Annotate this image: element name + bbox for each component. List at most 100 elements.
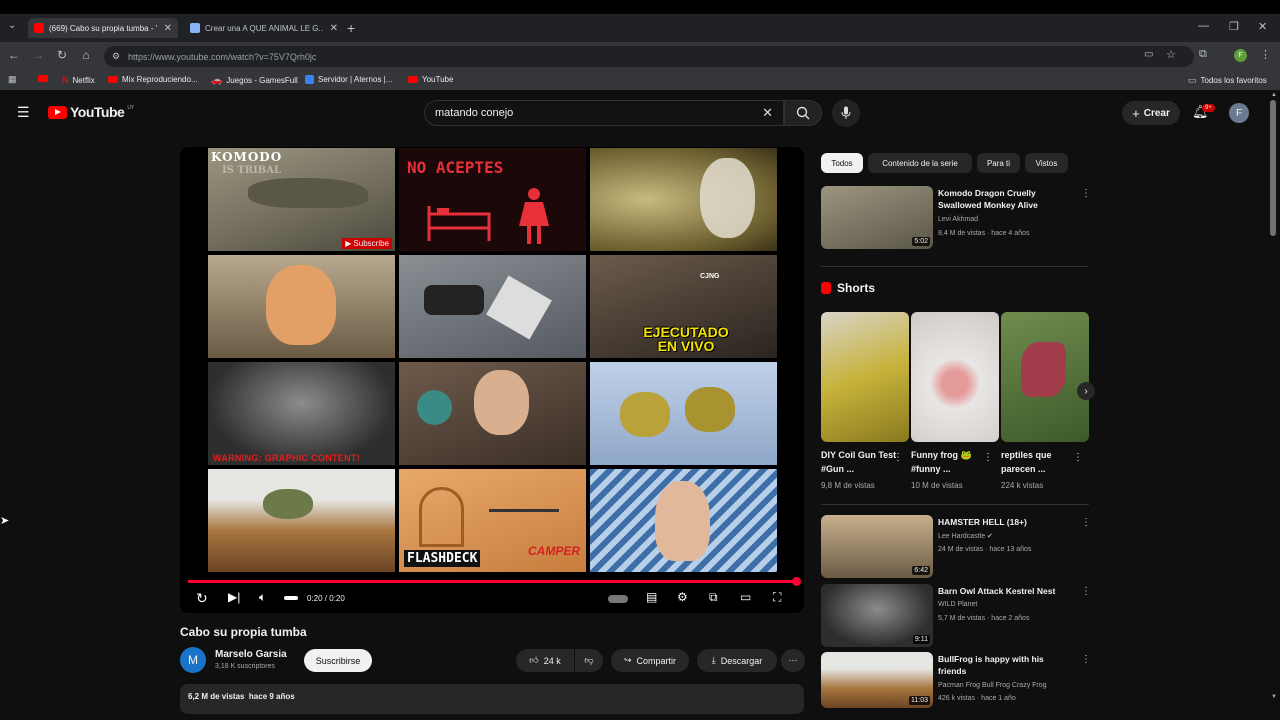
close-icon[interactable]: ✕: [164, 23, 172, 34]
short-thumbnail[interactable]: [1001, 312, 1089, 442]
browser-menu-icon[interactable]: ⋮: [1260, 48, 1271, 61]
voice-search-button[interactable]: [832, 99, 860, 127]
thumbs-down-icon: 👎︎: [584, 655, 594, 665]
like-button[interactable]: 👍︎ 24 k: [516, 649, 574, 672]
channel-name[interactable]: Marselo Garsia: [215, 649, 287, 660]
clear-search-icon[interactable]: ✕: [762, 105, 773, 121]
rec-channel[interactable]: WILD Planet: [938, 601, 977, 608]
new-tab-icon[interactable]: +: [347, 20, 355, 36]
search-input[interactable]: matando conejo ✕: [424, 100, 784, 126]
shorts-next-chevron-icon[interactable]: ›: [1077, 382, 1095, 400]
rec-title[interactable]: Komodo Dragon Cruelly Swallowed Monkey A…: [938, 187, 1073, 211]
chip-contenido-serie[interactable]: Contenido de la serie: [868, 153, 972, 173]
rec-channel[interactable]: Lee Hardcastle ✔: [938, 532, 993, 540]
more-vertical-icon[interactable]: ⋮: [1081, 517, 1091, 528]
car-shape: [424, 285, 484, 315]
all-bookmarks[interactable]: ▭ Todos los favoritos: [1188, 75, 1267, 86]
more-vertical-icon[interactable]: ⋮: [1081, 188, 1091, 199]
list-item[interactable]: 9:11 Barn Owl Attack Kestrel Nest WILD P…: [821, 584, 1091, 649]
channel-avatar[interactable]: M: [180, 647, 206, 673]
rec-title[interactable]: HAMSTER HELL (18+): [938, 516, 1073, 528]
chip-vistos[interactable]: Vistos: [1025, 153, 1068, 173]
rec-thumbnail[interactable]: 6:42: [821, 515, 933, 578]
tab-search-icon[interactable]: ⌄: [8, 20, 16, 31]
short-thumbnail[interactable]: [911, 312, 999, 442]
chip-para-ti[interactable]: Para ti: [977, 153, 1020, 173]
settings-gear-icon[interactable]: ⚙: [677, 590, 688, 604]
rec-title[interactable]: BullFrog is happy with his friends: [938, 653, 1073, 677]
more-vertical-icon[interactable]: ⋮: [893, 452, 903, 463]
more-vertical-icon[interactable]: ⋮: [983, 452, 993, 463]
bookmark-label: Servidor | Aternos |...: [318, 75, 393, 84]
subtitles-icon[interactable]: ▤: [646, 590, 657, 604]
autoplay-toggle[interactable]: [608, 595, 628, 603]
create-button[interactable]: + Crear: [1122, 101, 1180, 125]
progress-scrubber[interactable]: [792, 577, 801, 586]
rec-thumbnail[interactable]: 11:03: [821, 652, 933, 708]
progress-bar[interactable]: [188, 580, 798, 583]
close-icon[interactable]: ✕: [330, 23, 338, 34]
forward-icon[interactable]: →: [30, 48, 46, 62]
short-thumbnail[interactable]: [821, 312, 909, 442]
more-actions-button[interactable]: ⋯: [781, 649, 805, 672]
subscribe-button[interactable]: Suscribirse: [304, 649, 372, 672]
volume-icon[interactable]: 🔈︎: [259, 590, 266, 605]
more-vertical-icon[interactable]: ⋮: [1081, 586, 1091, 597]
bookmark-juegos[interactable]: 🚗 Juegos - GamesFull: [211, 75, 298, 86]
bookmark-aternos[interactable]: Servidor | Aternos |...: [305, 75, 392, 84]
tab-create[interactable]: Crear una A QUE ANIMAL LE G... ✕: [184, 18, 344, 38]
dislike-button[interactable]: 👎︎: [575, 649, 603, 672]
home-icon[interactable]: ⌂: [78, 48, 94, 62]
bookmark-youtube[interactable]: YouTube: [408, 75, 453, 84]
list-item[interactable]: 11:03 BullFrog is happy with his friends…: [821, 652, 1091, 712]
more-vertical-icon[interactable]: ⋮: [1073, 452, 1083, 463]
browser-profile-avatar[interactable]: F: [1234, 49, 1247, 62]
description-box[interactable]: 6,2 M de vistas hace 9 años: [180, 684, 804, 714]
tab-youtube[interactable]: (669) Cabo su propia tumba - YouTube ✕: [28, 18, 178, 38]
video-player[interactable]: KOMODO IS TRIBAL ▶ Subscribe NO ACEPTES C…: [180, 147, 804, 613]
account-avatar[interactable]: F: [1229, 103, 1249, 123]
short-title[interactable]: DIY Coil Gun Test #Gun ...: [821, 448, 897, 476]
restore-icon[interactable]: ❐: [1229, 20, 1239, 33]
chip-todos[interactable]: Todos: [821, 153, 863, 173]
volume-slider[interactable]: [284, 596, 298, 600]
rec-title[interactable]: Barn Owl Attack Kestrel Nest: [938, 585, 1073, 597]
share-button[interactable]: ↪ Compartir: [611, 649, 689, 672]
extensions-icon[interactable]: ⧉: [1199, 48, 1207, 61]
window-close-icon[interactable]: ✕: [1258, 20, 1267, 33]
bookmark-mix[interactable]: Mix Reproduciendo...: [108, 75, 198, 84]
more-vertical-icon[interactable]: ⋮: [1081, 654, 1091, 665]
rec-thumbnail[interactable]: 9:11: [821, 584, 933, 647]
list-item[interactable]: 6:42 HAMSTER HELL (18+) Lee Hardcastle ✔…: [821, 515, 1091, 580]
minimize-icon[interactable]: —: [1198, 20, 1209, 32]
site-info-icon[interactable]: ⚙: [112, 51, 120, 62]
rec-channel[interactable]: Pacman Frog Bull Frog Crazy Frog: [938, 682, 1047, 689]
bookmark-star-icon[interactable]: ☆: [1166, 48, 1176, 61]
rec-thumbnail[interactable]: 5:02: [821, 186, 933, 249]
bookmark-netflix[interactable]: N Netflix: [62, 75, 95, 85]
short-title[interactable]: reptiles que parecen ...: [1001, 448, 1077, 476]
reload-icon[interactable]: ↻: [54, 48, 70, 62]
bookmark-youtube-icon-only[interactable]: [38, 75, 48, 82]
fullscreen-icon[interactable]: ⛶: [773, 590, 781, 605]
scroll-down-icon[interactable]: ▼: [1271, 694, 1277, 700]
apps-grid-icon[interactable]: ▦: [8, 74, 17, 85]
search-button[interactable]: [784, 100, 822, 126]
rec-channel[interactable]: Levi Akhmad: [938, 216, 978, 223]
replay-icon[interactable]: ↻: [196, 590, 208, 607]
miniplayer-icon[interactable]: ⧉: [709, 590, 718, 605]
next-icon[interactable]: ▶|: [228, 590, 240, 604]
short-title[interactable]: Funny frog 🐸 #funny ...: [911, 448, 987, 476]
scroll-up-icon[interactable]: ▲: [1271, 92, 1277, 98]
youtube-logo[interactable]: YouTube UY: [48, 104, 134, 120]
thumb-text: Subscribe: [353, 239, 389, 248]
address-bar[interactable]: ⚙ https://www.youtube.com/watch?v=75V7Qr…: [104, 46, 1194, 67]
list-item[interactable]: 5:02 Komodo Dragon Cruelly Swallowed Mon…: [821, 186, 1091, 256]
page-scrollbar[interactable]: [1270, 100, 1276, 236]
back-icon[interactable]: ←: [6, 48, 22, 62]
theater-mode-icon[interactable]: ▭: [740, 590, 751, 604]
cast-icon[interactable]: ▭: [1144, 49, 1153, 60]
hamburger-menu-icon[interactable]: ☰: [17, 104, 30, 121]
time-display: 0:20 / 0:20: [307, 594, 345, 603]
download-button[interactable]: ⤓ Descargar: [697, 649, 777, 672]
